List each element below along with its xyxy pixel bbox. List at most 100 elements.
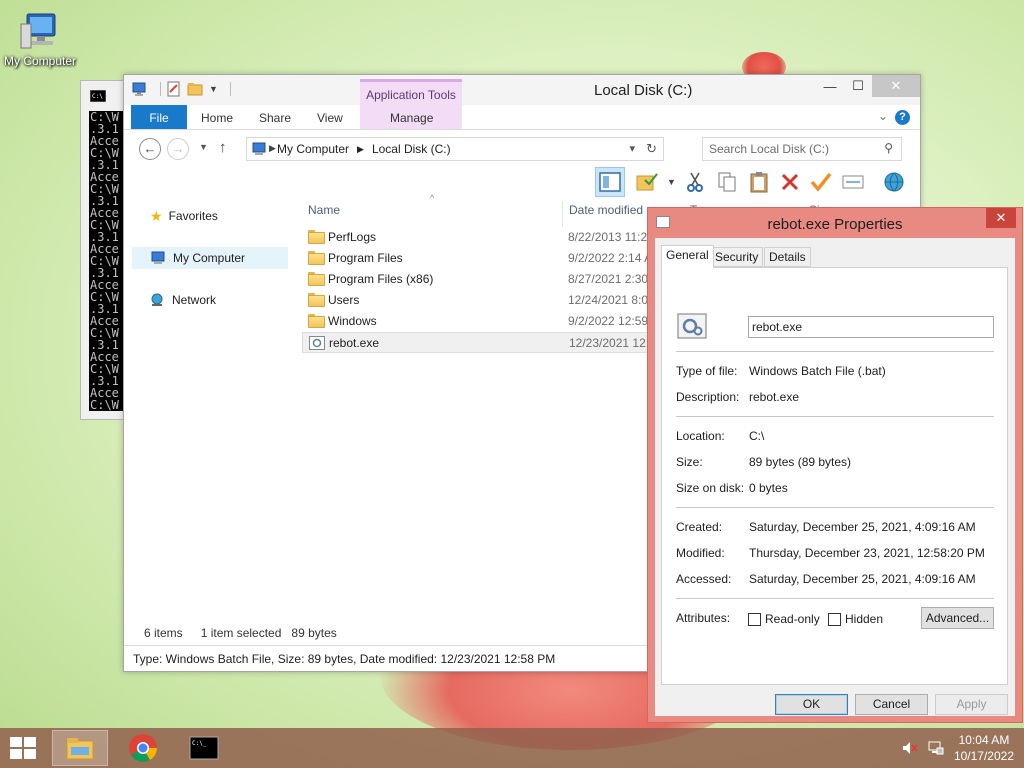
command-prompt-icon: C:\_: [189, 736, 219, 760]
list-item[interactable]: Program Files 9/2/2022 2:14 AM: [302, 248, 662, 269]
taskbar-command-prompt[interactable]: C:\_: [176, 730, 232, 766]
folder-icon: [308, 314, 325, 328]
help-icon[interactable]: ?: [895, 110, 910, 125]
breadcrumb-local-disk[interactable]: Local Disk (C:): [372, 142, 451, 156]
breadcrumb-my-computer[interactable]: My Computer: [277, 142, 349, 156]
list-item[interactable]: Users 12/24/2021 8:09 AM: [302, 290, 675, 311]
desktop-icon-label: My Computer: [3, 54, 77, 68]
readonly-checkbox[interactable]: Read-only: [748, 612, 820, 626]
batch-file-icon: [309, 336, 325, 350]
general-panel: Type of file: Windows Batch File (.bat) …: [661, 267, 1008, 685]
ok-button[interactable]: OK: [775, 694, 848, 715]
recent-locations-icon[interactable]: ▼: [199, 142, 208, 152]
folder-icon: [308, 272, 325, 286]
preview-pane-button[interactable]: [595, 167, 625, 197]
forward-button[interactable]: →: [167, 138, 189, 160]
dialog-close-button[interactable]: ✕: [986, 208, 1016, 228]
computer-icon: [19, 10, 61, 54]
system-tray: 10:04 AM 10/17/2022: [902, 732, 1014, 764]
size-value: 89 bytes (89 bytes): [749, 455, 852, 469]
tab-share[interactable]: Share: [259, 105, 291, 129]
nav-item-network[interactable]: Network: [132, 289, 288, 311]
list-item-selected[interactable]: rebot.exe 12/23/2021 12:58 PM: [302, 332, 684, 353]
item-count: 6 items: [144, 626, 183, 640]
list-item[interactable]: Windows 9/2/2022 12:59 PM: [302, 311, 669, 332]
contextual-tab-label: Application Tools: [366, 88, 456, 102]
back-button[interactable]: ←: [139, 138, 161, 160]
dialog-titlebar[interactable]: rebot.exe Properties ✕: [648, 208, 1022, 238]
breadcrumb-chevron-icon: ▶: [269, 143, 276, 153]
location-label: Location:: [676, 429, 725, 443]
cut-button[interactable]: [680, 167, 710, 197]
dialog-body: General Security Details Type of file: W…: [655, 238, 1015, 716]
column-header-date-modified[interactable]: Date modified: [569, 203, 643, 221]
properties-button[interactable]: [838, 167, 868, 197]
selected-count: 1 item selected: [200, 626, 282, 640]
refresh-icon[interactable]: ↻: [646, 141, 657, 157]
taskbar-file-explorer[interactable]: [52, 730, 108, 766]
advanced-button[interactable]: Advanced...: [921, 607, 994, 629]
address-bar[interactable]: ▶ My Computer ▶ Local Disk (C:) ▾ ↻: [246, 137, 664, 161]
list-item[interactable]: Program Files (x86) 8/27/2021 2:30 PM: [302, 269, 669, 290]
rename-button[interactable]: [806, 167, 836, 197]
nav-item-my-computer[interactable]: My Computer: [132, 247, 288, 269]
clock[interactable]: 10:04 AM 10/17/2022: [954, 732, 1014, 764]
selected-size: 89 bytes: [291, 626, 337, 640]
column-separator[interactable]: [562, 201, 563, 227]
qat-customize-icon[interactable]: ▼: [209, 84, 218, 94]
view-dropdown-icon[interactable]: ▼: [667, 177, 676, 187]
up-button[interactable]: ↑: [219, 139, 227, 156]
address-dropdown-icon[interactable]: ▾: [629, 142, 635, 155]
properties-icon[interactable]: [167, 81, 181, 97]
checkbox-box[interactable]: [828, 612, 841, 626]
nav-item-favorites[interactable]: ★ Favorites: [132, 205, 288, 227]
tab-security[interactable]: Security: [710, 247, 764, 267]
column-header-name[interactable]: Name: [308, 203, 340, 221]
start-button[interactable]: [10, 737, 38, 759]
network-status-icon[interactable]: [928, 740, 944, 756]
close-button[interactable]: ✕: [872, 75, 920, 97]
tab-view[interactable]: View: [317, 105, 343, 129]
preview-pane-icon: [599, 172, 621, 192]
properties-dialog[interactable]: rebot.exe Properties ✕ General Security …: [647, 207, 1023, 723]
file-name: Program Files: [328, 251, 403, 265]
explorer-titlebar[interactable]: ▼ Local Disk (C:) — ☐ ✕: [124, 75, 920, 105]
list-item[interactable]: PerfLogs 8/22/2013 11:22 AM: [302, 227, 675, 248]
window-title: Local Disk (C:): [594, 82, 693, 99]
file-name: rebot.exe: [329, 336, 380, 350]
volume-muted-icon[interactable]: [902, 740, 918, 756]
network-icon: [151, 293, 163, 306]
modified-value: Thursday, December 23, 2021, 12:58:20 PM: [749, 546, 985, 560]
hidden-checkbox[interactable]: Hidden: [828, 612, 883, 626]
taskbar-chrome[interactable]: [115, 730, 171, 766]
minimize-button[interactable]: —: [816, 75, 844, 97]
search-box[interactable]: ⚲: [702, 137, 902, 161]
expand-ribbon-icon[interactable]: ⌄: [878, 109, 888, 123]
cmd-titlebar[interactable]: C:\: [81, 81, 129, 109]
tab-general[interactable]: General: [661, 245, 714, 268]
nav-item-label: Network: [172, 293, 217, 307]
toolbar: ▼: [124, 165, 920, 199]
tab-details[interactable]: Details: [764, 247, 811, 267]
apply-button[interactable]: Apply: [935, 694, 1008, 715]
desktop-icon-my-computer[interactable]: My Computer: [2, 10, 78, 68]
cancel-button[interactable]: Cancel: [855, 694, 928, 715]
copy-button[interactable]: [712, 167, 742, 197]
size-on-disk-label: Size on disk:: [676, 481, 745, 495]
tab-home[interactable]: Home: [201, 105, 233, 129]
folder-options-button[interactable]: [632, 167, 662, 197]
paste-button[interactable]: [744, 167, 774, 197]
search-input[interactable]: [709, 141, 869, 157]
delete-button[interactable]: [775, 167, 805, 197]
network-button[interactable]: [879, 167, 909, 197]
filename-input[interactable]: [748, 316, 994, 338]
checkbox-box[interactable]: [748, 612, 761, 626]
maximize-button[interactable]: ☐: [844, 75, 872, 97]
quick-access-toolbar: ▼: [132, 81, 231, 97]
file-name: Program Files (x86): [328, 272, 434, 286]
created-label: Created:: [676, 520, 723, 534]
clock-date: 10/17/2022: [953, 749, 1014, 763]
tab-manage[interactable]: Manage: [390, 105, 433, 129]
new-folder-icon[interactable]: [187, 82, 203, 96]
tab-file[interactable]: File: [131, 105, 187, 129]
